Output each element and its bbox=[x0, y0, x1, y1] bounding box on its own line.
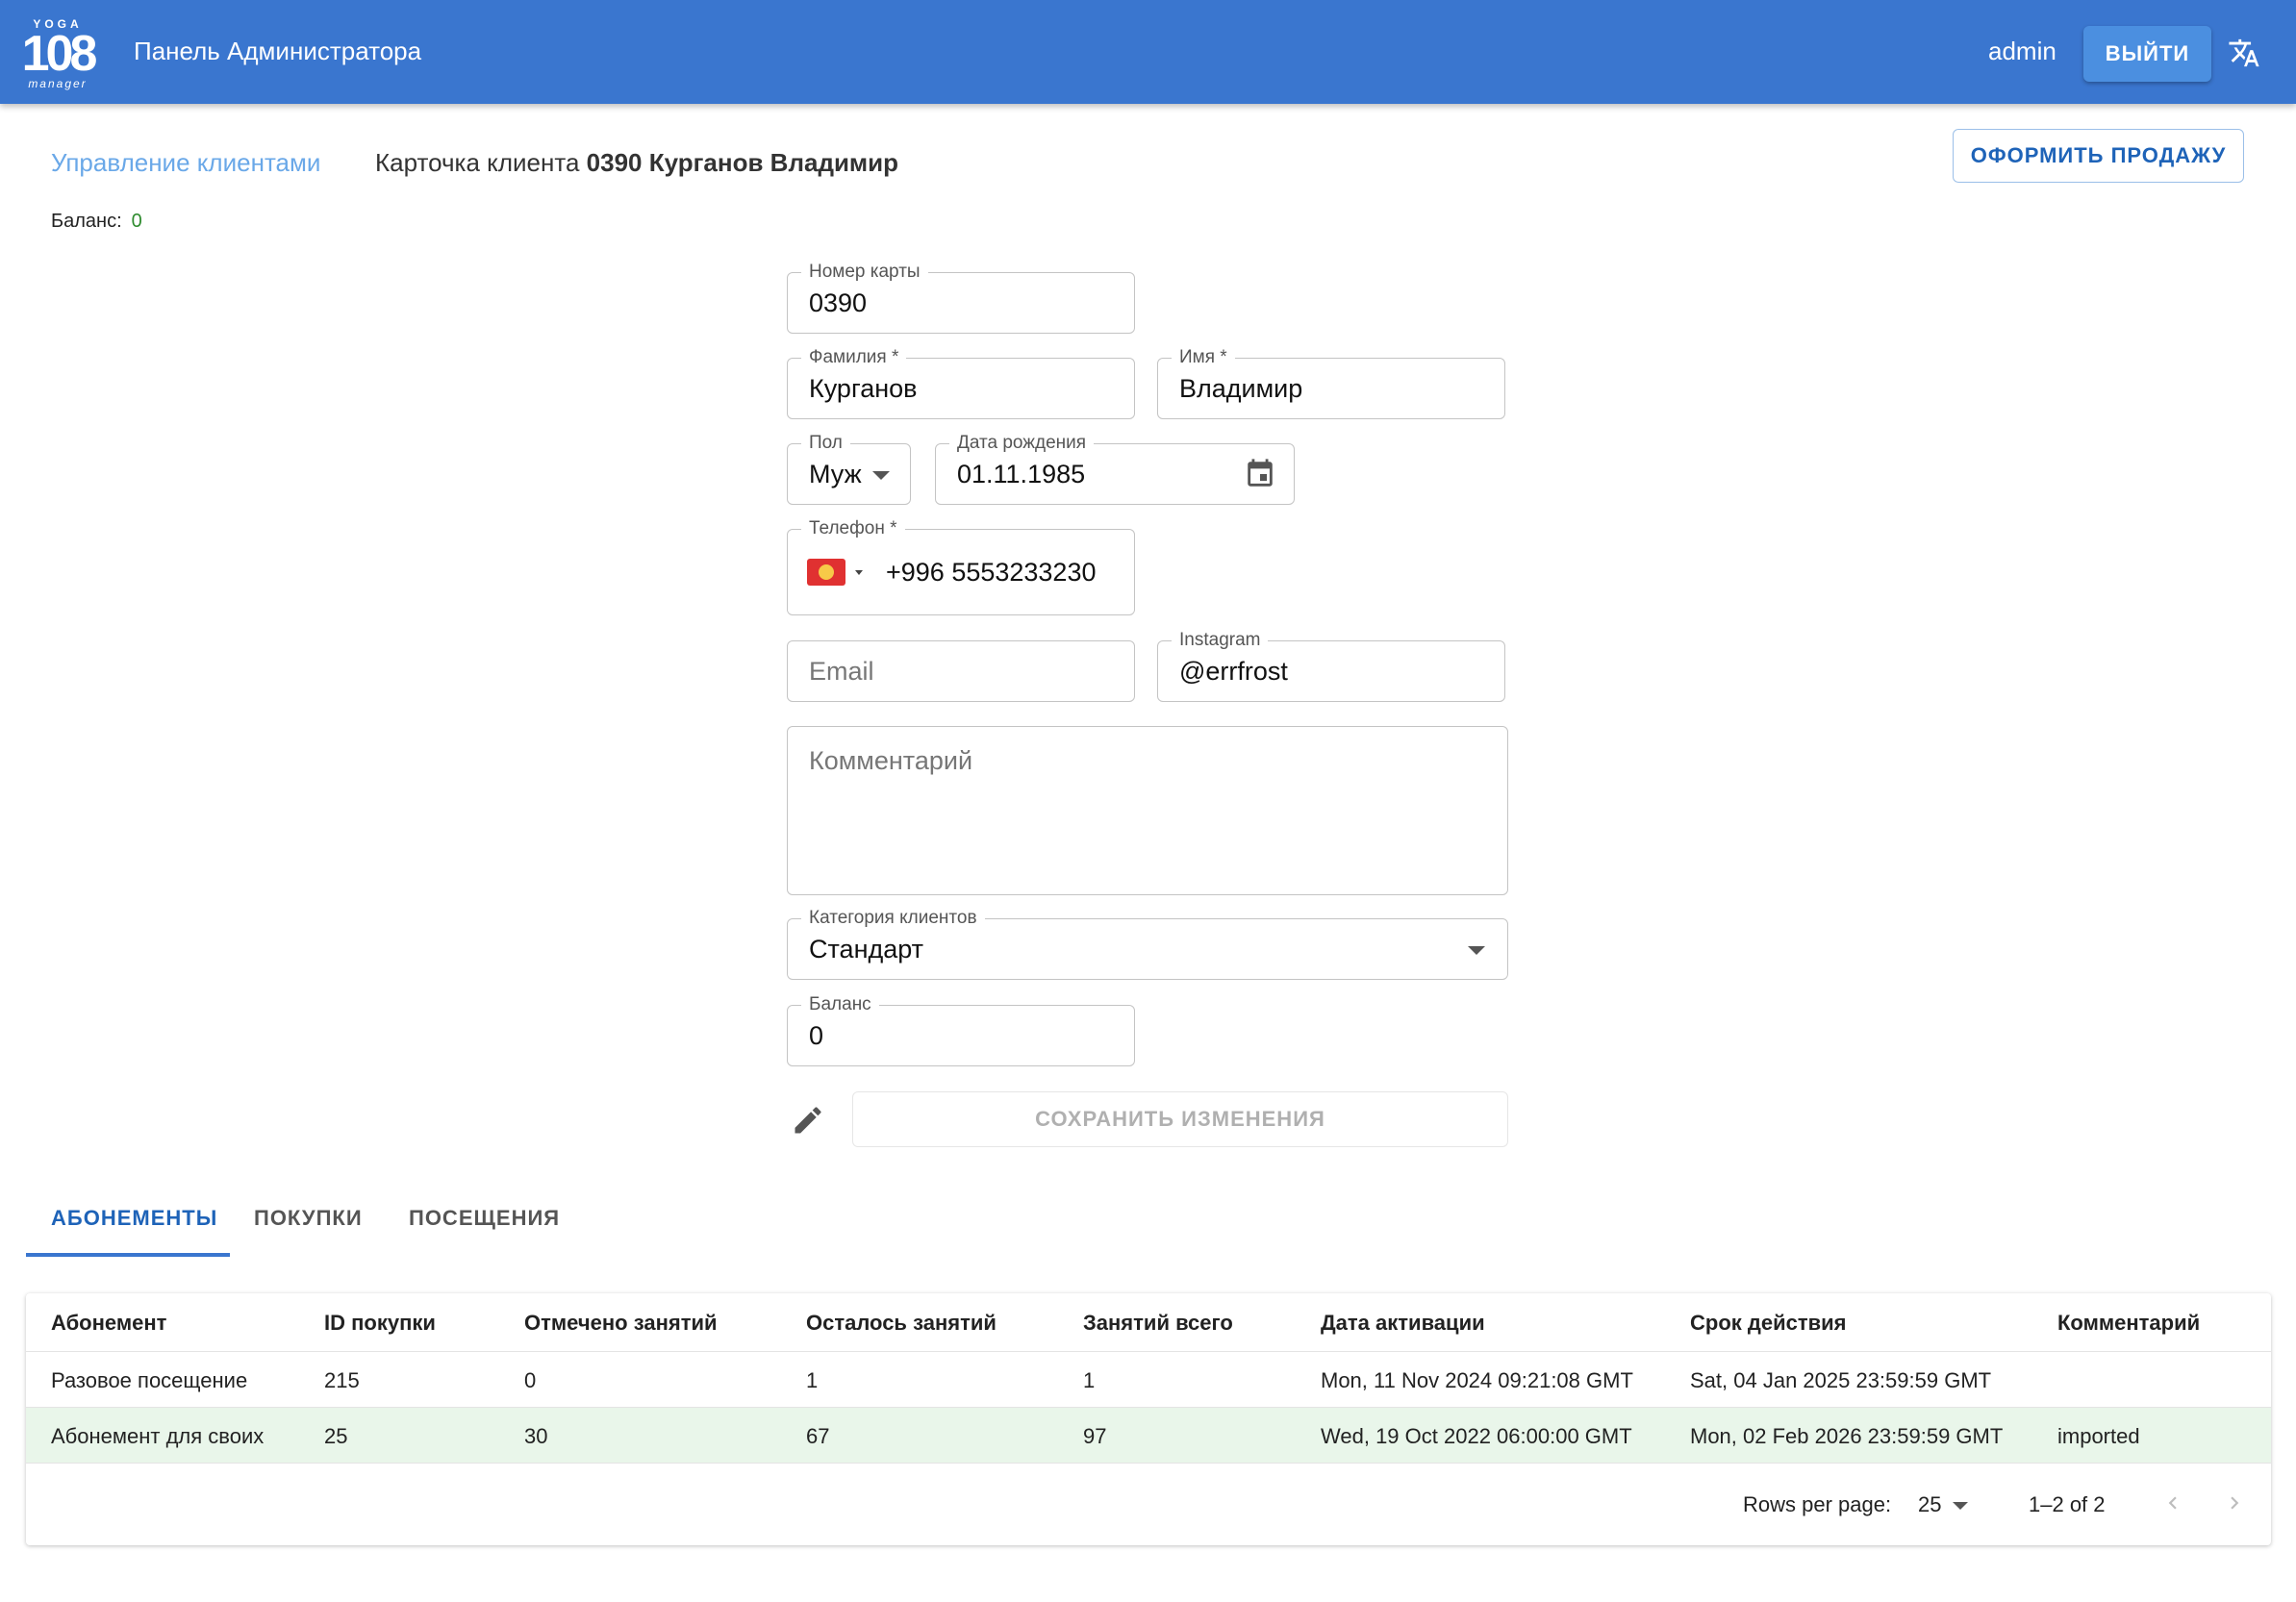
instagram-field[interactable]: Instagram @errfrost bbox=[1157, 630, 1505, 702]
gender-value: Муж bbox=[809, 459, 862, 488]
logo-bottom-text: manager bbox=[28, 77, 88, 90]
table-cell: 67 bbox=[806, 1424, 830, 1448]
card-number-field[interactable]: Номер карты 0390 bbox=[787, 262, 1135, 334]
tab-subscriptions[interactable]: АБОНЕМЕНТЫ bbox=[51, 1206, 217, 1231]
first-name-value: Владимир bbox=[1179, 373, 1303, 403]
table-cell: 1 bbox=[806, 1368, 819, 1392]
client-card-name: 0390 Курганов Владимир bbox=[586, 148, 899, 177]
phone-value: +996 5553233230 bbox=[886, 557, 1097, 587]
chevron-down-icon bbox=[1953, 1502, 1968, 1510]
app-title: Панель Администратора bbox=[134, 37, 422, 65]
first-name-field[interactable]: Имя * Владимир bbox=[1157, 347, 1505, 419]
column-header-marked[interactable]: Отмечено занятий bbox=[524, 1311, 718, 1336]
gender-select[interactable]: Пол Муж bbox=[787, 433, 911, 505]
client-card-prefix: Карточка клиента bbox=[375, 148, 580, 177]
chevron-left-icon[interactable] bbox=[2160, 1490, 2185, 1515]
column-header-comment[interactable]: Комментарий bbox=[2057, 1311, 2200, 1336]
app-bar: YOGA 108 manager Панель Администратора a… bbox=[0, 0, 2296, 104]
yoga108-logo[interactable]: YOGA 108 manager bbox=[17, 15, 98, 90]
active-tab-indicator bbox=[26, 1253, 230, 1257]
chevron-right-icon[interactable] bbox=[2222, 1490, 2247, 1515]
column-header-expiry[interactable]: Срок действия bbox=[1690, 1311, 1847, 1336]
phone-field[interactable]: Телефон * +996 5553233230 bbox=[787, 518, 1135, 615]
logout-button[interactable]: ВЫЙТИ bbox=[2083, 26, 2211, 82]
pagination-range: 1–2 of 2 bbox=[2029, 1492, 2106, 1516]
table-cell: 25 bbox=[324, 1424, 348, 1448]
table-cell: imported bbox=[2057, 1424, 2140, 1448]
balance-summary-label: Баланс: bbox=[51, 211, 122, 232]
kyrgyzstan-flag-icon[interactable] bbox=[807, 559, 845, 586]
rows-per-page-label: Rows per page: bbox=[1743, 1492, 1892, 1516]
client-category-select[interactable]: Категория клиентов Стандарт bbox=[787, 908, 1508, 980]
email-field[interactable]: Email bbox=[787, 640, 1135, 702]
comment-textarea[interactable]: Комментарий bbox=[787, 726, 1508, 895]
column-header-activation-date[interactable]: Дата активации bbox=[1321, 1311, 1485, 1336]
table-cell: 97 bbox=[1083, 1424, 1107, 1448]
breadcrumb-clients-link[interactable]: Управление клиентами bbox=[51, 148, 320, 178]
column-header-remaining[interactable]: Осталось занятий bbox=[806, 1311, 997, 1336]
tab-visits[interactable]: ПОСЕЩЕНИЯ bbox=[409, 1206, 560, 1231]
table-cell: Mon, 02 Feb 2026 23:59:59 GMT bbox=[1690, 1424, 2004, 1448]
edit-pencil-icon[interactable] bbox=[791, 1103, 825, 1138]
save-changes-button[interactable]: СОХРАНИТЬ ИЗМЕНЕНИЯ bbox=[852, 1091, 1508, 1147]
table-cell: 0 bbox=[524, 1368, 537, 1392]
balance-summary-value: 0 bbox=[131, 211, 142, 232]
calendar-icon[interactable] bbox=[1244, 458, 1276, 490]
table-cell: Sat, 04 Jan 2025 23:59:59 GMT bbox=[1690, 1368, 1992, 1392]
instagram-value: @errfrost bbox=[1179, 656, 1288, 686]
balance-value: 0 bbox=[809, 1020, 824, 1050]
comment-placeholder: Комментарий bbox=[809, 746, 973, 775]
table-divider bbox=[26, 1463, 2271, 1464]
column-header-subscription[interactable]: Абонемент bbox=[51, 1311, 166, 1336]
email-placeholder: Email bbox=[809, 656, 874, 686]
chevron-down-icon bbox=[1468, 946, 1485, 955]
column-header-total[interactable]: Занятий всего bbox=[1083, 1311, 1233, 1336]
rows-per-page-select[interactable]: 25 bbox=[1918, 1492, 1941, 1517]
table-cell: Wed, 19 Oct 2022 06:00:00 GMT bbox=[1321, 1424, 1632, 1448]
table-cell: Mon, 11 Nov 2024 09:21:08 GMT bbox=[1321, 1368, 1633, 1392]
balance-field[interactable]: Баланс 0 bbox=[787, 994, 1135, 1066]
table-cell: Абонемент для своих bbox=[51, 1424, 265, 1448]
card-number-value: 0390 bbox=[809, 288, 868, 317]
chevron-down-icon bbox=[872, 471, 890, 480]
column-header-purchase-id[interactable]: ID покупки bbox=[324, 1311, 436, 1336]
last-name-field[interactable]: Фамилия * Курганов bbox=[787, 347, 1135, 419]
client-card-title: Карточка клиента 0390 Курганов Владимир bbox=[375, 148, 898, 178]
logo-number: 108 bbox=[21, 26, 98, 82]
birth-date-field[interactable]: Дата рождения 01.11.1985 bbox=[935, 433, 1295, 505]
birth-date-value: 01.11.1985 bbox=[957, 459, 1086, 488]
table-cell: Разовое посещение bbox=[51, 1368, 248, 1392]
tab-purchases[interactable]: ПОКУПКИ bbox=[254, 1206, 363, 1231]
make-sale-button[interactable]: ОФОРМИТЬ ПРОДАЖУ bbox=[1953, 129, 2244, 183]
table-cell: 30 bbox=[524, 1424, 548, 1448]
client-category-value: Стандарт bbox=[809, 934, 924, 964]
last-name-value: Курганов bbox=[809, 373, 918, 403]
table-cell: 1 bbox=[1083, 1368, 1096, 1392]
balance-summary: Баланс: 0 bbox=[51, 211, 142, 233]
table-cell: 215 bbox=[324, 1368, 360, 1392]
current-user: admin bbox=[1988, 37, 2056, 65]
translate-icon[interactable] bbox=[2228, 37, 2260, 69]
country-caret-icon bbox=[855, 570, 863, 575]
